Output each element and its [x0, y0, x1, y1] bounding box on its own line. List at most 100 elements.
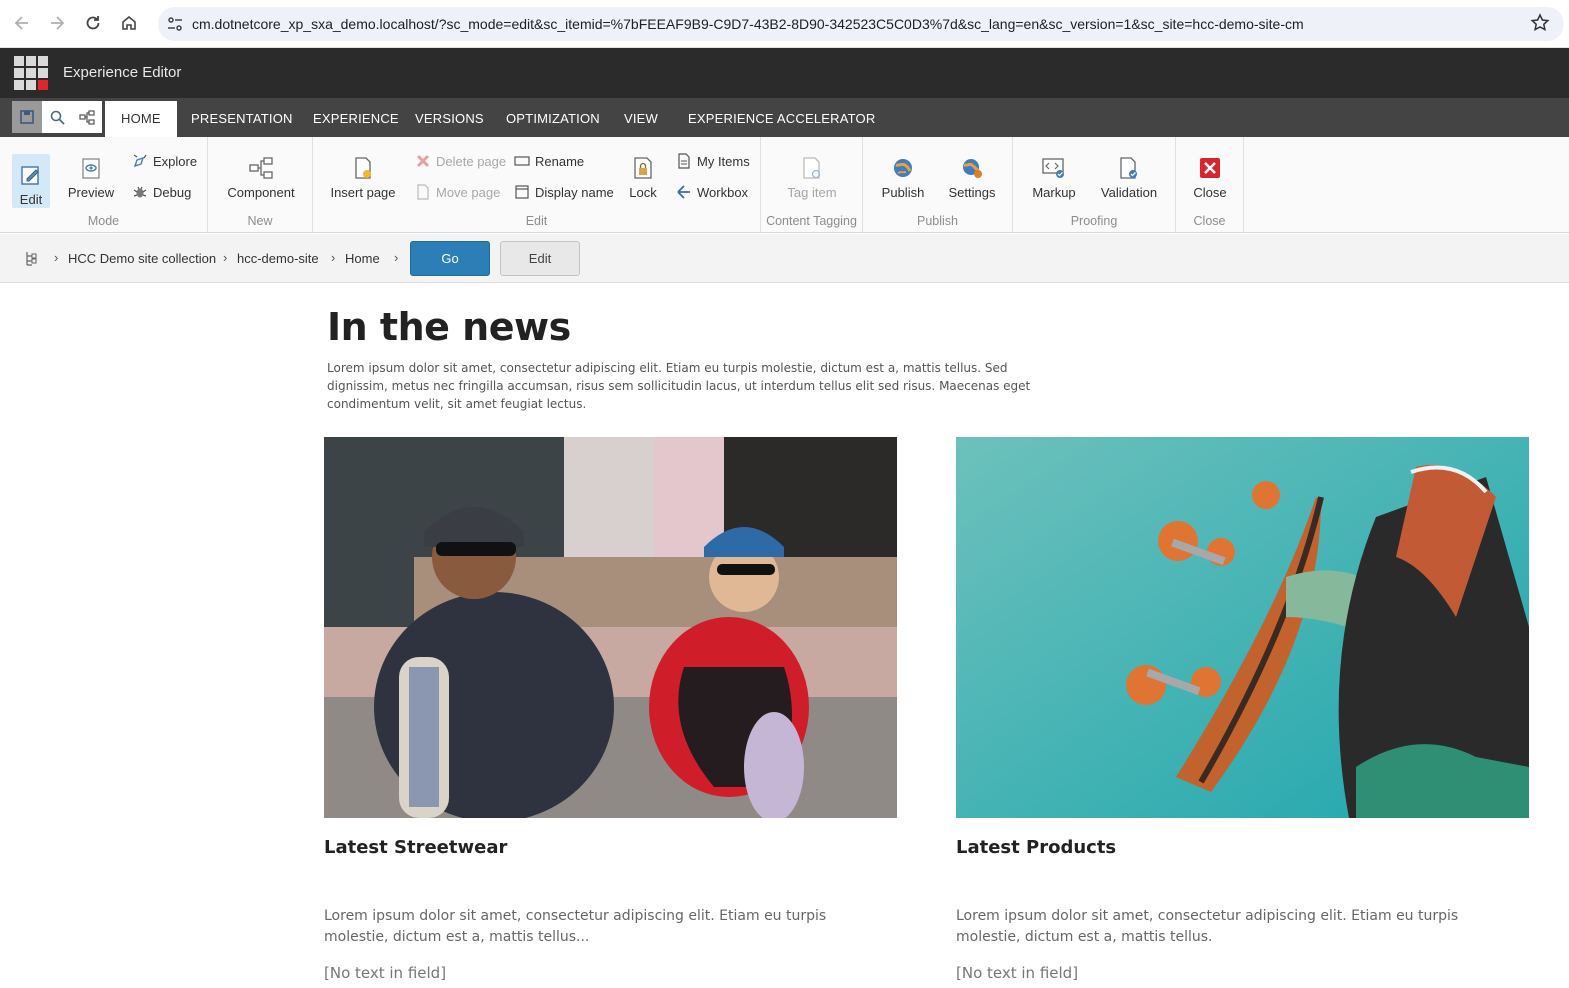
card-text-streetwear[interactable]: Lorem ipsum dolor sit amet, consectetur …	[324, 906, 884, 948]
ribbon-group-new: Component New	[208, 137, 313, 233]
tag-icon	[799, 155, 825, 181]
tab-home[interactable]: HOME	[105, 101, 177, 137]
breadcrumb-item-collection[interactable]: HCC Demo site collection	[68, 251, 216, 266]
component-icon	[248, 155, 274, 181]
explore-mode-button[interactable]: Explore	[132, 153, 197, 169]
group-label-new: New	[247, 214, 273, 228]
markup-button[interactable]: Markup	[1029, 155, 1079, 200]
publish-settings-button[interactable]: Settings	[947, 155, 997, 200]
workbox-button[interactable]: Workbox	[676, 184, 748, 200]
ribbon: Edit Preview Explore Debug Mode Componen…	[0, 137, 1569, 233]
group-label-proofing: Proofing	[1070, 214, 1118, 228]
tab-presentation[interactable]: PRESENTATION	[175, 101, 309, 137]
edit-icon	[18, 162, 44, 188]
preview-mode-button[interactable]: Preview	[66, 155, 116, 200]
bug-icon	[132, 184, 148, 200]
group-label-close: Close	[1193, 214, 1226, 228]
validation-icon	[1116, 155, 1142, 181]
card-image-products[interactable]	[956, 437, 1529, 818]
component-button[interactable]: Component	[226, 155, 296, 200]
rename-icon	[514, 153, 530, 169]
validation-button[interactable]: Validation	[1099, 155, 1159, 200]
lock-button[interactable]: Lock	[625, 155, 661, 200]
tab-experience[interactable]: EXPERIENCE	[297, 101, 415, 137]
lock-icon	[630, 155, 656, 181]
card-title-streetwear[interactable]: Latest Streetwear	[324, 837, 507, 858]
workbox-label: Workbox	[697, 184, 749, 200]
search-button[interactable]	[42, 101, 72, 133]
edit-mode-button[interactable]: Edit	[12, 154, 50, 208]
debug-button[interactable]: Debug	[132, 184, 191, 200]
url-text: cm.dotnetcore_xp_sxa_demo.localhost/?sc_…	[192, 16, 1304, 32]
page-title[interactable]: In the news	[327, 305, 571, 349]
validation-label: Validation	[1100, 185, 1158, 200]
publish-label: Publish	[881, 185, 925, 200]
insert-page-button[interactable]: Insert page	[329, 155, 397, 200]
back-button[interactable]	[9, 10, 35, 36]
markup-icon	[1041, 155, 1067, 181]
reload-button[interactable]	[80, 10, 106, 36]
forward-button[interactable]	[44, 10, 70, 36]
rename-button[interactable]: Rename	[514, 153, 584, 169]
save-button[interactable]	[12, 101, 42, 133]
reload-icon	[86, 16, 100, 30]
publish-button[interactable]: Publish	[881, 155, 925, 200]
tab-experience-accelerator[interactable]: EXPERIENCE ACCELERATOR	[672, 101, 891, 137]
app-launcher-icon[interactable]	[14, 56, 48, 90]
my-items-button[interactable]: My Items	[676, 153, 750, 169]
arrow-right-icon	[51, 16, 65, 30]
card-title-products[interactable]: Latest Products	[956, 837, 1116, 858]
tree-icon	[79, 109, 95, 125]
insert-page-label: Insert page	[330, 185, 396, 200]
close-label: Close	[1193, 185, 1227, 200]
go-button[interactable]: Go	[410, 241, 490, 276]
chevron-right-icon: ›	[54, 250, 59, 265]
breadcrumb-edit-button[interactable]: Edit	[500, 241, 580, 276]
ribbon-group-content-tagging: Tag item Content Tagging	[761, 137, 863, 233]
group-label-publish: Publish	[917, 214, 958, 228]
my-items-label: My Items	[697, 153, 750, 169]
page-intro[interactable]: Lorem ipsum dolor sit amet, consectetur …	[327, 359, 1057, 413]
browser-toolbar: cm.dotnetcore_xp_sxa_demo.localhost/?sc_…	[0, 0, 1569, 48]
card-empty-field-streetwear[interactable]: [No text in field]	[324, 964, 446, 982]
delete-page-label: Delete page	[436, 153, 507, 169]
globe-publish-icon	[890, 155, 916, 181]
close-editor-button[interactable]: Close	[1190, 155, 1230, 200]
chevron-right-icon: ›	[331, 250, 336, 265]
workbox-icon	[676, 184, 692, 200]
chevron-right-icon: ›	[394, 250, 399, 265]
tab-optimization[interactable]: OPTIMIZATION	[490, 101, 616, 137]
move-page-button[interactable]: Move page	[415, 184, 500, 200]
tag-item-button[interactable]: Tag item	[777, 155, 847, 200]
tab-view[interactable]: VIEW	[608, 101, 674, 137]
close-icon	[1197, 155, 1223, 181]
card-empty-field-products[interactable]: [No text in field]	[956, 964, 1078, 982]
card-image-streetwear[interactable]	[324, 437, 897, 818]
ribbon-group-proofing: Markup Validation Proofing	[1013, 137, 1176, 233]
tag-item-label: Tag item	[787, 185, 837, 200]
navigation-tree-button[interactable]	[72, 101, 102, 133]
home-button[interactable]	[116, 10, 142, 36]
ribbon-group-mode: Edit Preview Explore Debug Mode	[0, 137, 208, 233]
lock-label: Lock	[629, 185, 657, 200]
publish-settings-label: Settings	[948, 185, 996, 200]
ribbon-group-edit: Insert page Delete page Move page Rename…	[313, 137, 761, 233]
rename-label: Rename	[535, 153, 585, 169]
bookmark-star-icon[interactable]	[1530, 13, 1550, 33]
quick-access-toolbar	[12, 101, 102, 133]
address-bar[interactable]: cm.dotnetcore_xp_sxa_demo.localhost/?sc_…	[158, 7, 1564, 41]
content-tree-icon[interactable]	[24, 251, 38, 267]
tab-versions[interactable]: VERSIONS	[399, 101, 500, 137]
app-title: Experience Editor	[63, 64, 182, 81]
app-header: Experience Editor	[0, 48, 1569, 98]
home-icon	[122, 15, 136, 30]
site-info-icon[interactable]	[166, 15, 184, 33]
ribbon-group-publish: Publish Settings Publish	[863, 137, 1013, 233]
breadcrumb-item-site[interactable]: hcc-demo-site	[237, 251, 319, 266]
card-text-products[interactable]: Lorem ipsum dolor sit amet, consectetur …	[956, 906, 1526, 948]
display-name-button[interactable]: Display name	[514, 184, 614, 200]
breadcrumb-item-home[interactable]: Home	[345, 251, 380, 266]
breadcrumb: › HCC Demo site collection › hcc-demo-si…	[0, 234, 1569, 283]
group-label-edit: Edit	[525, 214, 548, 228]
delete-page-button[interactable]: Delete page	[415, 153, 506, 169]
